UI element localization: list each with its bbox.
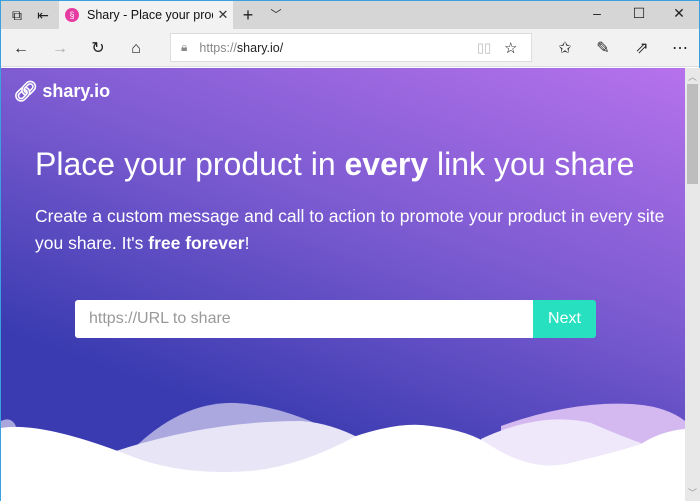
favorites-list-icon[interactable]: ✩ [554, 38, 576, 60]
url-scheme: https:// [199, 40, 237, 55]
forward-icon[interactable]: → [49, 38, 71, 60]
favorite-star-icon[interactable]: ☆ [504, 39, 517, 57]
set-aside-tabs-icon[interactable]: ⇤ [33, 5, 53, 25]
sub-post: ! [244, 233, 250, 253]
headline-post: link you share [428, 146, 635, 182]
home-icon[interactable]: ⌂ [125, 38, 147, 60]
minimize-icon[interactable]: – [577, 5, 617, 21]
pen-icon[interactable]: ✎ [592, 38, 614, 60]
back-icon[interactable]: ← [10, 38, 32, 60]
tab-title: Shary - Place your prod [87, 8, 213, 22]
tab-preview-icon[interactable]: ⧉ [7, 5, 27, 25]
link-icon: 🔗︎ [13, 81, 39, 103]
address-bar[interactable]: 🔒︎ https://shary.io/ ▯▯ ☆ [170, 33, 532, 62]
headline: Place your product in every link you sha… [35, 146, 634, 183]
scroll-up-icon[interactable]: ︿ [685, 70, 700, 83]
logo[interactable]: 🔗︎ shary.io [13, 79, 110, 104]
reading-view-icon[interactable]: ▯▯ [477, 40, 491, 56]
tab-active[interactable]: § Shary - Place your prod ✕ [59, 1, 233, 29]
sub-pre: Create a custom message and call to acti… [35, 206, 665, 253]
new-tab-icon[interactable]: + [238, 5, 258, 25]
headline-pre: Place your product in [35, 146, 345, 182]
url-text: https://shary.io/ [199, 41, 283, 55]
refresh-icon[interactable]: ↻ [87, 38, 109, 60]
subheadline: Create a custom message and call to acti… [35, 203, 665, 257]
hero-section: 🔗︎ shary.io Place your product in every … [1, 68, 685, 501]
favicon-icon: § [65, 8, 79, 22]
lock-icon: 🔒︎ [181, 40, 188, 54]
nav-bar: ← → ↻ ⌂ 🔒︎ https://shary.io/ ▯▯ ☆ ✩ ✎ ⇗ … [1, 29, 699, 67]
scrollbar[interactable]: ︿ ﹀ [685, 68, 700, 501]
tab-bar: ⧉ ⇤ § Shary - Place your prod ✕ + ﹀ – ☐ … [1, 1, 699, 29]
more-icon[interactable]: ⋯ [669, 38, 691, 60]
scroll-down-icon[interactable]: ﹀ [685, 486, 700, 499]
tab-list-chevron-icon[interactable]: ﹀ [266, 5, 286, 25]
window-close-icon[interactable]: ✕ [659, 5, 699, 22]
headline-bold: every [344, 146, 429, 182]
scrollbar-thumb[interactable] [687, 84, 698, 184]
share-form: Next [75, 300, 596, 338]
maximize-icon[interactable]: ☐ [619, 5, 659, 22]
url-host: shary.io/ [236, 40, 284, 55]
next-button[interactable]: Next [533, 300, 596, 338]
share-icon[interactable]: ⇗ [631, 38, 653, 60]
close-icon[interactable]: ✕ [213, 7, 233, 23]
url-input[interactable] [75, 300, 533, 338]
logo-text: shary.io [42, 81, 111, 101]
wave-decoration [1, 402, 685, 501]
sub-bold: free forever [148, 233, 245, 253]
